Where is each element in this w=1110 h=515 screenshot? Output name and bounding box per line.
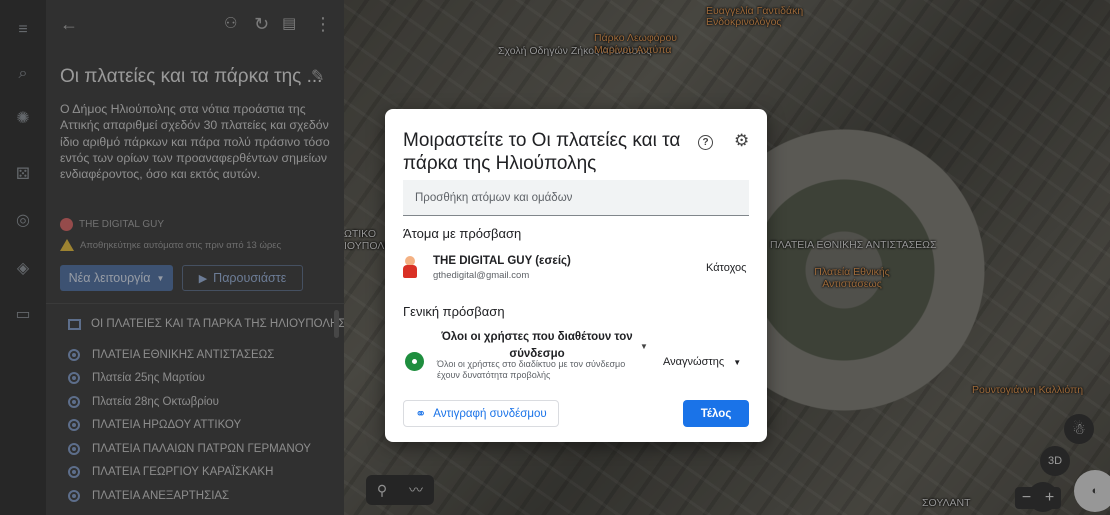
general-access-description: Όλοι οι χρήστες στο διαδίκτυο με τον σύν… xyxy=(437,359,626,380)
help-icon[interactable]: ? xyxy=(698,135,713,150)
general-access-select[interactable]: Όλοι οι χρήστες που διαθέτουν τον σύνδεσ… xyxy=(437,329,637,363)
dialog-title: Μοιραστείτε το Οι πλατείες και τα πάρκα … xyxy=(403,130,681,174)
general-role-select[interactable]: Αναγνώστης ▼ xyxy=(663,356,741,368)
public-link-icon xyxy=(405,352,424,371)
user-email: gthedigital@gmail.com xyxy=(433,270,530,281)
link-icon: ⚭ xyxy=(415,405,427,421)
general-access-heading: Γενική πρόσβαση xyxy=(403,304,505,319)
settings-gear-icon[interactable]: ⚙ xyxy=(734,131,749,151)
access-heading: Άτομα με πρόσβαση xyxy=(403,226,522,241)
copy-link-label: Αντιγραφή συνδέσμου xyxy=(433,407,547,420)
general-role-label: Αναγνώστης xyxy=(663,356,725,368)
done-button[interactable]: Τέλος xyxy=(683,400,749,427)
dropdown-caret-icon[interactable]: ▼ xyxy=(640,342,648,351)
user-role: Κάτοχος xyxy=(706,262,747,274)
copy-link-button[interactable]: ⚭ Αντιγραφή συνδέσμου xyxy=(403,400,559,427)
user-avatar xyxy=(403,256,417,278)
share-dialog: Μοιραστείτε το Οι πλατείες και τα πάρκα … xyxy=(385,109,767,442)
add-people-input[interactable]: Προσθήκη ατόμων και ομάδων xyxy=(403,180,749,216)
user-name: THE DIGITAL GUY (εσείς) xyxy=(433,255,571,267)
dropdown-caret-icon: ▼ xyxy=(733,358,742,367)
